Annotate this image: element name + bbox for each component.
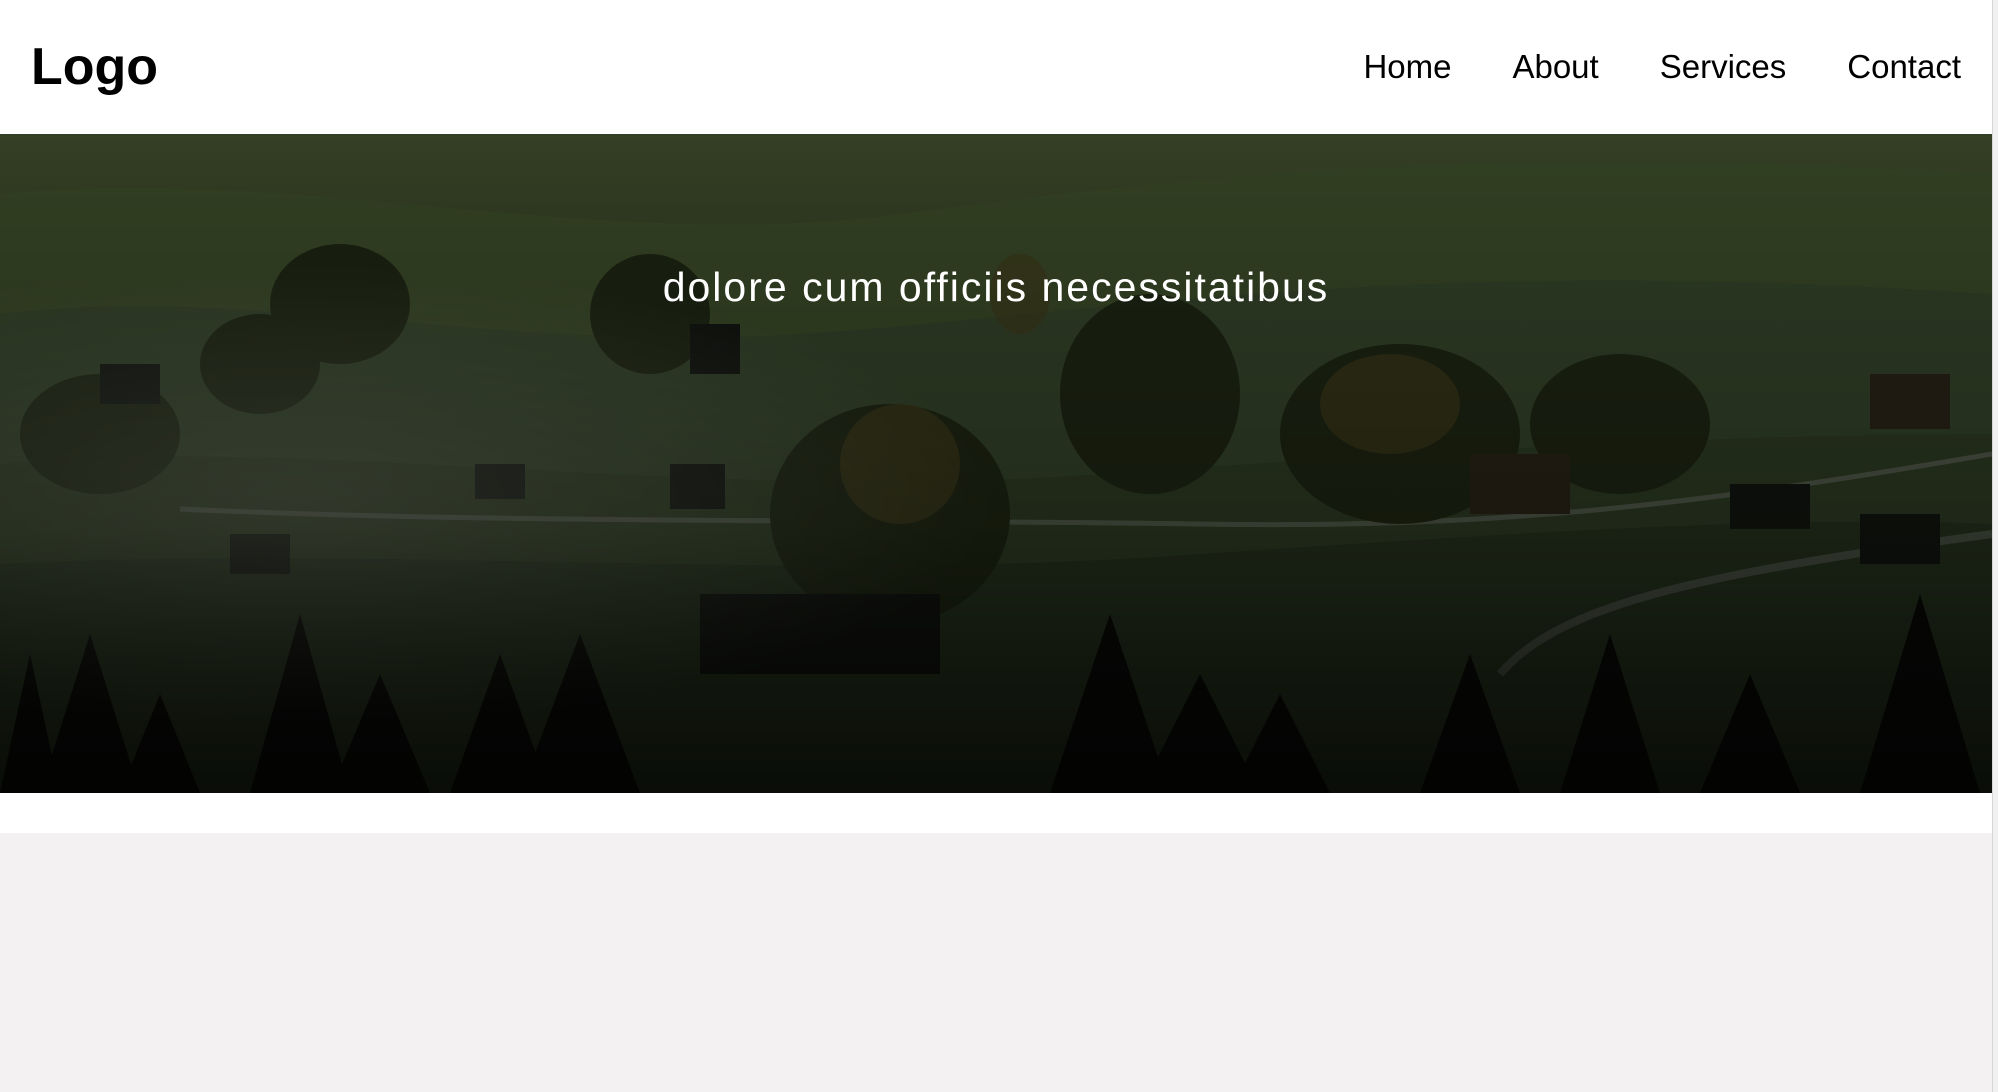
hero-tagline: dolore cum officiis necessitatibus <box>662 264 1330 310</box>
hero-section: dolore cum officiis necessitatibus <box>0 134 1992 793</box>
nav-services-link[interactable]: Services <box>1660 48 1787 86</box>
nav-about-link[interactable]: About <box>1512 48 1598 86</box>
nav-contact-link[interactable]: Contact <box>1847 48 1961 86</box>
scrollbar[interactable] <box>1992 0 1998 1092</box>
logo[interactable]: Logo <box>31 37 158 97</box>
nav-home-link[interactable]: Home <box>1363 48 1451 86</box>
content-section <box>0 833 1992 1092</box>
main-nav: Home About Services Contact <box>1363 48 1961 86</box>
site-header: Logo Home About Services Contact <box>0 0 1992 134</box>
hero-landscape-image <box>0 134 1992 793</box>
page: Logo Home About Services Contact dolore … <box>0 0 1998 1092</box>
